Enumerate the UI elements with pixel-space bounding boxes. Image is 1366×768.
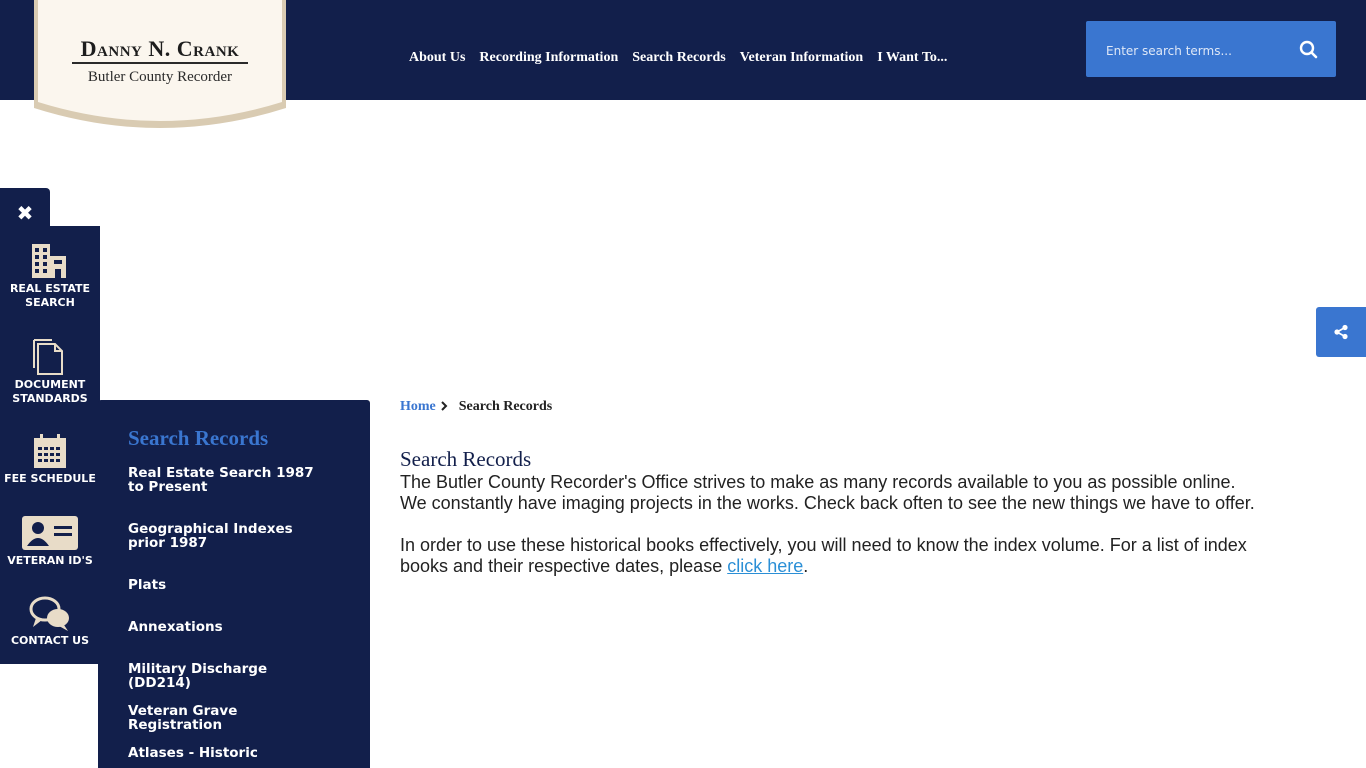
nav-veteran-information[interactable]: Veteran Information bbox=[733, 50, 871, 66]
share-icon bbox=[1334, 324, 1348, 340]
subnav-title[interactable]: Search Records bbox=[128, 426, 268, 451]
quick-link-fee-schedule[interactable]: Fee Schedule bbox=[0, 432, 100, 486]
quick-link-label: Document Standards bbox=[12, 378, 88, 405]
share-button[interactable] bbox=[1316, 307, 1366, 357]
quick-link-label: Contact Us bbox=[10, 634, 90, 647]
main-content: The Butler County Recorder's Office stri… bbox=[400, 472, 1260, 598]
calendar-icon bbox=[34, 434, 66, 468]
quick-link-label: Real Estate Search bbox=[9, 282, 91, 309]
breadcrumb-current: Search Records bbox=[458, 399, 553, 414]
breadcrumb-home-link[interactable]: Home bbox=[400, 399, 436, 415]
nav-search-records[interactable]: Search Records bbox=[625, 50, 732, 66]
breadcrumb: Home Search Records bbox=[400, 399, 552, 415]
search-icon bbox=[1299, 40, 1318, 59]
buildings-icon bbox=[32, 244, 66, 278]
logo-title: Butler County Recorder bbox=[87, 69, 233, 85]
intro-paragraph: The Butler County Recorder's Office stri… bbox=[400, 472, 1255, 513]
index-books-paragraph: In order to use these historical books e… bbox=[400, 535, 1260, 577]
search-button[interactable] bbox=[1296, 37, 1322, 63]
quick-links-panel: Real Estate Search Document Standards Fe… bbox=[0, 226, 100, 664]
search-input[interactable] bbox=[1104, 39, 1288, 63]
site-logo[interactable]: Danny N. Crank Butler County Recorder bbox=[32, 0, 288, 140]
subnav-link-annexations[interactable]: Annexations bbox=[128, 620, 328, 634]
nav-about-us[interactable]: About Us bbox=[402, 50, 472, 66]
subnav-link-military-discharge[interactable]: Military Discharge (DD214) bbox=[128, 662, 328, 690]
paragraph-end-punctuation: . bbox=[803, 556, 809, 576]
subnav-link-real-estate-search[interactable]: Real Estate Search 1987 to Present bbox=[128, 466, 328, 494]
subnav-link-plats[interactable]: Plats bbox=[128, 578, 328, 592]
page-title: Search Records bbox=[400, 447, 532, 471]
subnav-link-veteran-grave-registration[interactable]: Veteran Grave Registration bbox=[128, 704, 328, 732]
nav-recording-information[interactable]: Recording Information bbox=[472, 50, 625, 66]
nav-i-want-to[interactable]: I Want To... bbox=[870, 50, 954, 66]
id-card-icon bbox=[22, 516, 78, 550]
quick-link-contact-us[interactable]: Contact Us bbox=[0, 594, 100, 648]
chat-bubbles-icon bbox=[29, 596, 69, 631]
chevron-right-icon bbox=[440, 399, 448, 415]
close-icon: ✖ bbox=[16, 201, 34, 225]
document-icon bbox=[33, 339, 63, 375]
main-nav: About Us Recording Information Search Re… bbox=[402, 50, 954, 66]
section-subnav: Search Records Real Estate Search 1987 t… bbox=[98, 400, 370, 768]
index-books-text: In order to use these historical books e… bbox=[400, 535, 1247, 576]
click-here-link[interactable]: click here bbox=[727, 556, 803, 576]
quick-link-label: Veteran ID's bbox=[7, 554, 93, 567]
quick-link-label: Fee Schedule bbox=[4, 472, 96, 485]
logo-name: Danny N. Crank bbox=[80, 36, 240, 61]
quick-link-real-estate-search[interactable]: Real Estate Search bbox=[0, 242, 100, 310]
subnav-link-atlases-historic[interactable]: Atlases - Historic bbox=[128, 746, 328, 760]
quick-link-veteran-ids[interactable]: Veteran ID's bbox=[0, 514, 100, 568]
quick-link-document-standards[interactable]: Document Standards bbox=[0, 338, 100, 406]
subnav-link-geographical-indexes[interactable]: Geographical Indexes prior 1987 bbox=[128, 522, 328, 550]
logo-divider bbox=[72, 62, 248, 64]
